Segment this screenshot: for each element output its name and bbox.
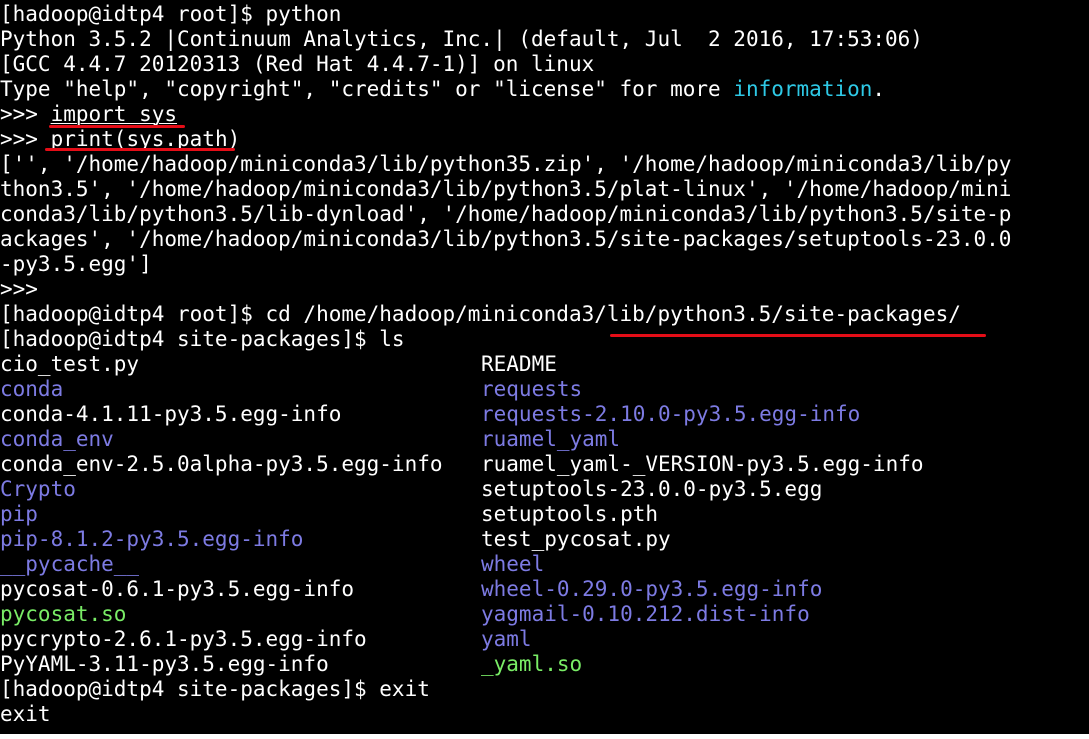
terminal-line: >>> import sys	[0, 102, 177, 127]
terminal-line: Python 3.5.2 |Continuum Analytics, Inc.|…	[0, 27, 923, 51]
ls-entry: pip	[0, 502, 38, 526]
exit-command-line: [hadoop@idtp4 site-packages]$ exit	[0, 677, 430, 701]
red-annotation-underline	[610, 334, 986, 337]
terminal-line: thon3.5', '/home/hadoop/miniconda3/lib/p…	[0, 177, 1012, 201]
ls-entry: requests-2.10.0-py3.5.egg-info	[481, 402, 861, 426]
red-annotation-underline	[45, 148, 235, 151]
ls-entry: PyYAML-3.11-py3.5.egg-info	[0, 652, 329, 676]
ls-entry: wheel-0.29.0-py3.5.egg-info	[481, 577, 823, 601]
ls-entry: yagmail-0.10.212.dist-info	[481, 602, 810, 626]
ls-entry: pycosat-0.6.1-py3.5.egg-info	[0, 577, 355, 601]
terminal-line: [GCC 4.4.7 20120313 (Red Hat 4.4.7-1)] o…	[0, 52, 595, 76]
import-sys-command: import sys	[50, 102, 178, 126]
terminal-line: >>>	[0, 277, 38, 301]
ls-entry: wheel	[481, 552, 545, 576]
ls-entry: __pycache__	[0, 552, 140, 576]
information-keyword: information	[733, 77, 873, 101]
ls-entry: requests	[481, 377, 583, 401]
ls-entry: test_pycosat.py	[481, 527, 671, 551]
ls-entry: conda-4.1.11-py3.5.egg-info	[0, 402, 342, 426]
ls-entry: conda_env	[0, 427, 114, 451]
ls-command-line: [hadoop@idtp4 site-packages]$ ls	[0, 327, 405, 351]
ls-entry: ruamel_yaml-_VERSION-py3.5.egg-info	[481, 452, 924, 476]
ls-entry: pycosat.so	[0, 602, 127, 626]
ls-entry: cio_test.py	[0, 352, 140, 376]
ls-entry: conda	[0, 377, 64, 401]
terminal-line: exit	[0, 702, 51, 726]
ls-entry: setuptools.pth	[481, 502, 659, 526]
terminal-line: ackages', '/home/hadoop/miniconda3/lib/p…	[0, 227, 1012, 251]
ls-entry: README	[481, 352, 557, 376]
line-text: Type "help", "copyright", "credits" or "…	[0, 77, 734, 101]
terminal-line: Type "help", "copyright", "credits" or "…	[0, 77, 885, 102]
cd-command-line: [hadoop@idtp4 root]$ cd /home/hadoop/min…	[0, 302, 961, 326]
ls-entry: ruamel_yaml	[481, 427, 621, 451]
ls-entry: conda_env-2.5.0alpha-py3.5.egg-info	[0, 452, 443, 476]
terminal-line: ['', '/home/hadoop/miniconda3/lib/python…	[0, 152, 1012, 176]
repl-prompt: >>>	[0, 102, 51, 126]
terminal-line: -py3.5.egg']	[0, 252, 152, 276]
ls-entry: pip-8.1.2-py3.5.egg-info	[0, 527, 304, 551]
ls-entry: Crypto	[0, 477, 76, 501]
terminal-window[interactable]: [hadoop@idtp4 root]$ python Python 3.5.2…	[0, 0, 1089, 734]
ls-entry: yaml	[481, 627, 532, 651]
line-text: .	[872, 77, 886, 101]
ls-entry: setuptools-23.0.0-py3.5.egg	[481, 477, 823, 501]
repl-prompt: >>>	[0, 127, 51, 151]
ls-entry: pycrypto-2.6.1-py3.5.egg-info	[0, 627, 367, 651]
terminal-line: conda3/lib/python3.5/lib-dynload', '/hom…	[0, 202, 1012, 226]
terminal-line: [hadoop@idtp4 root]$ python	[0, 2, 342, 26]
red-annotation-underline	[49, 125, 185, 128]
ls-entry: _yaml.so	[481, 652, 583, 676]
